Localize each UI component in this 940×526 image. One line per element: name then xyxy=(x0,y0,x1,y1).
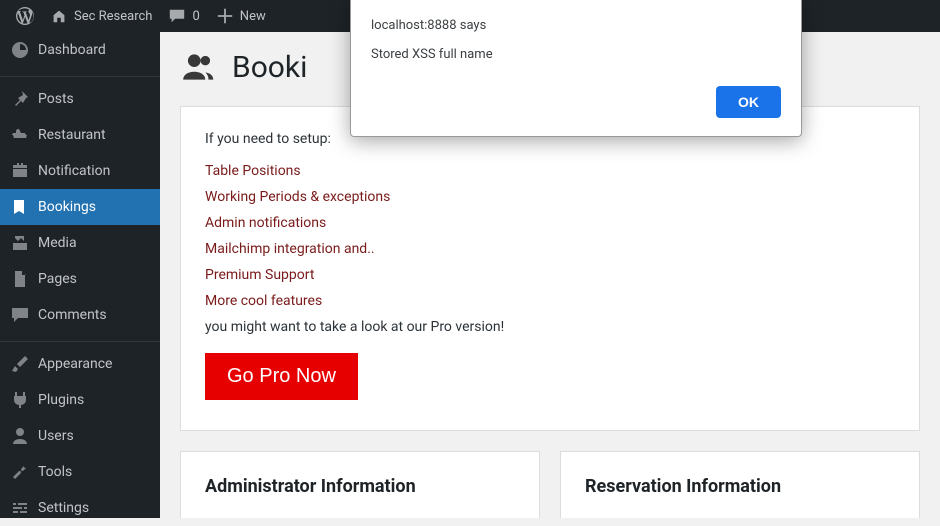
sidebar-item-label: Restaurant xyxy=(38,127,106,143)
page-icon xyxy=(10,269,30,289)
card-title: Administrator Information xyxy=(205,476,515,497)
sidebar-item-label: Users xyxy=(38,428,74,444)
add-new[interactable]: New xyxy=(208,0,274,32)
feature-item[interactable]: Premium Support xyxy=(205,267,895,283)
sidebar-item-label: Plugins xyxy=(38,392,84,408)
wrench-icon xyxy=(10,462,30,482)
sidebar-item-posts[interactable]: Posts xyxy=(0,81,160,117)
sidebar-item-tools[interactable]: Tools xyxy=(0,454,160,490)
feature-item[interactable]: Working Periods & exceptions xyxy=(205,189,895,205)
setup-panel: If you need to setup: Table Positions Wo… xyxy=(180,106,920,431)
sidebar-item-label: Posts xyxy=(38,91,74,107)
media-icon xyxy=(10,233,30,253)
sidebar-item-label: Media xyxy=(38,235,77,251)
dashboard-icon xyxy=(10,40,30,60)
sidebar-item-users[interactable]: Users xyxy=(0,418,160,454)
home-icon xyxy=(50,7,68,25)
sidebar-item-settings[interactable]: Settings xyxy=(0,490,160,526)
sidebar-item-dashboard[interactable]: Dashboard xyxy=(0,32,160,68)
plus-icon xyxy=(216,7,234,25)
page-title: Booki xyxy=(232,50,307,85)
sidebar-item-plugins[interactable]: Plugins xyxy=(0,382,160,418)
card-title: Reservation Information xyxy=(585,476,895,497)
user-icon xyxy=(10,426,30,446)
wp-logo[interactable] xyxy=(8,0,42,32)
sidebar-item-label: Settings xyxy=(38,500,89,516)
sidebar-item-comments[interactable]: Comments xyxy=(0,297,160,333)
people-icon xyxy=(180,48,218,86)
sidebar-item-label: Bookings xyxy=(38,199,96,215)
feature-item[interactable]: Table Positions xyxy=(205,163,895,179)
alert-dialog: localhost:8888 says Stored XSS full name… xyxy=(350,0,802,137)
wordpress-icon xyxy=(16,7,34,25)
menu-separator xyxy=(0,337,160,342)
bookings-icon xyxy=(10,197,30,217)
comment-icon xyxy=(168,7,186,25)
sidebar-item-restaurant[interactable]: Restaurant xyxy=(0,117,160,153)
calendar-icon xyxy=(10,161,30,181)
site-home[interactable]: Sec Research xyxy=(42,0,160,32)
sidebar-item-label: Dashboard xyxy=(38,42,106,58)
sidebar-item-label: Tools xyxy=(38,464,72,480)
sidebar-item-label: Comments xyxy=(38,307,107,323)
comments-link[interactable]: 0 xyxy=(160,0,207,32)
sidebar-item-notification[interactable]: Notification xyxy=(0,153,160,189)
add-new-label: New xyxy=(240,9,266,24)
menu-separator xyxy=(0,72,160,77)
sidebar-item-media[interactable]: Media xyxy=(0,225,160,261)
sidebar-item-appearance[interactable]: Appearance xyxy=(0,346,160,382)
setup-outro: you might want to take a look at our Pro… xyxy=(205,319,895,335)
sidebar-item-label: Notification xyxy=(38,163,110,179)
food-icon xyxy=(10,125,30,145)
sidebar-item-pages[interactable]: Pages xyxy=(0,261,160,297)
feature-item[interactable]: More cool features xyxy=(205,293,895,309)
comment-count: 0 xyxy=(192,9,199,24)
sidebar-item-label: Appearance xyxy=(38,356,112,372)
comments-icon xyxy=(10,305,30,325)
admin-sidebar: Dashboard Posts Restaurant Notification … xyxy=(0,32,160,518)
sliders-icon xyxy=(10,498,30,518)
pin-icon xyxy=(10,89,30,109)
dialog-ok-button[interactable]: OK xyxy=(716,86,781,118)
site-name: Sec Research xyxy=(74,9,152,24)
brush-icon xyxy=(10,354,30,374)
dialog-message: Stored XSS full name xyxy=(371,47,781,62)
plug-icon xyxy=(10,390,30,410)
reservation-info-card: Reservation Information xyxy=(560,451,920,518)
sidebar-item-label: Pages xyxy=(38,271,77,287)
go-pro-button[interactable]: Go Pro Now xyxy=(205,353,358,400)
dialog-title: localhost:8888 says xyxy=(371,18,781,33)
feature-item[interactable]: Mailchimp integration and.. xyxy=(205,241,895,257)
feature-item[interactable]: Admin notifications xyxy=(205,215,895,231)
admin-info-card: Administrator Information xyxy=(180,451,540,518)
sidebar-item-bookings[interactable]: Bookings xyxy=(0,189,160,225)
